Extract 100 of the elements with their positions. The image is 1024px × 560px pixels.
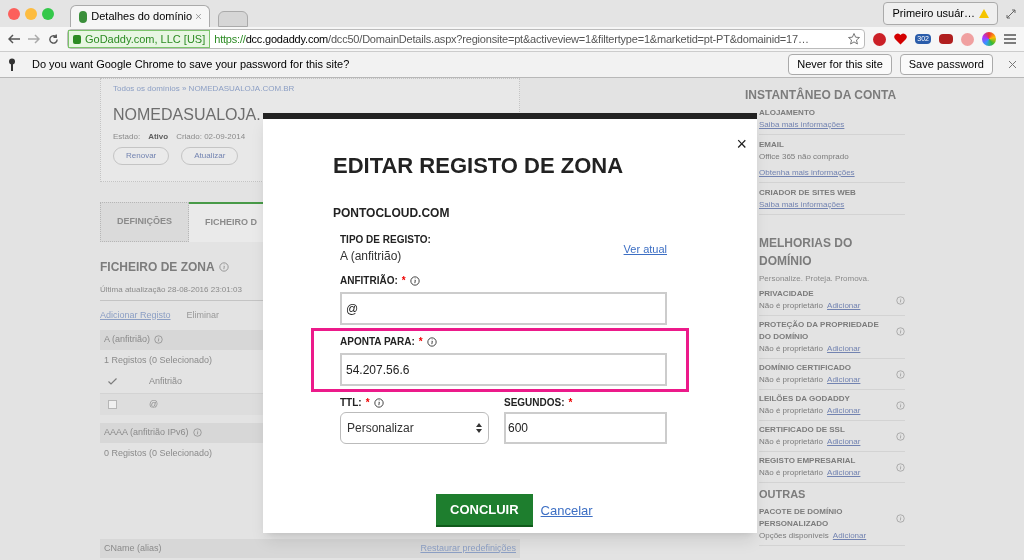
record-count: 0 Registos (0 Selecionado) xyxy=(103,446,214,460)
sidebar-item-link[interactable]: Adicionar xyxy=(827,436,861,448)
sidebar-item-title: PRIVACIDADE xyxy=(759,288,815,300)
cname-group-header: CName (alias) xyxy=(104,541,162,555)
sidebar-item-link[interactable]: Adicionar xyxy=(827,467,861,479)
domain-name: PONTOCLOUD.COM xyxy=(333,205,451,222)
seconds-field[interactable]: 600 xyxy=(504,412,667,444)
fullscreen-icon[interactable] xyxy=(1006,8,1016,19)
sidebar-item-title: LEILÕES DA GODADDY xyxy=(759,393,851,405)
sidebar-heading: MELHORIAS DO DOMÍNIO xyxy=(758,235,854,270)
back-icon[interactable] xyxy=(8,34,20,44)
ttl-select[interactable]: Personalizar xyxy=(340,412,489,444)
menu-icon[interactable] xyxy=(1004,34,1016,44)
info-icon xyxy=(896,327,905,337)
info-icon xyxy=(218,261,229,272)
sidebar-item-title: CRIADOR DE SITES WEB xyxy=(759,187,857,199)
field-label: APONTA PARA: xyxy=(340,335,415,349)
page-tab[interactable]: DEFINIÇÕES xyxy=(100,202,189,242)
sidebar-item-note: Office 365 não comprado xyxy=(759,151,849,163)
sidebar-item-link[interactable]: Saiba mais informações xyxy=(759,119,845,131)
favicon-icon xyxy=(79,10,88,23)
sidebar-heading: OUTRAS xyxy=(758,487,807,502)
check-icon xyxy=(108,378,117,386)
created-date: Criado: 02-09-2014 xyxy=(176,131,246,143)
sidebar-item-title: DOMÍNIO CERTIFICADO xyxy=(759,362,852,374)
info-icon xyxy=(192,428,202,438)
infobar-button[interactable]: Never for this site xyxy=(788,54,892,75)
info-icon xyxy=(154,335,164,345)
text-field[interactable]: 54.207.56.6 xyxy=(340,353,667,386)
delete-link[interactable]: Eliminar xyxy=(186,308,220,322)
sidebar-item-title: EMAIL xyxy=(759,139,785,151)
sidebar-heading: INSTANTÂNEO DA CONTA xyxy=(745,86,898,104)
bookmark-star-icon[interactable] xyxy=(848,33,861,45)
restore-defaults-link[interactable]: Restaurar predefinições xyxy=(420,541,516,555)
zone-file-title: FICHEIRO DE ZONA xyxy=(100,258,215,276)
status-value: Ativo xyxy=(148,131,169,143)
heart-extension-icon[interactable] xyxy=(894,33,908,45)
sidebar-item-link[interactable]: Adicionar xyxy=(827,343,861,355)
sidebar-item-note: Não é proprietário xyxy=(759,374,824,386)
required-mark: * xyxy=(418,335,423,349)
sidebar-item-link[interactable]: Saiba mais informações xyxy=(759,199,845,211)
info-icon xyxy=(896,370,905,380)
breadcrumb[interactable]: Todos os domínios » NOMEDASUALOJA.COM.BR xyxy=(113,83,507,95)
address-bar[interactable]: GoDaddy.com, LLC [US] https://dcc.godaddy.com/dcc50/DomainDetails.aspx?regionsite=pt&activeview=1&filtertype=1&marketid=pt-PT&domainid=17… xyxy=(67,29,866,49)
sidebar-item-title: CERTIFICADO DE SSL xyxy=(759,424,846,436)
sidebar-item-title: ALOJAMENTO xyxy=(759,107,816,119)
info-icon xyxy=(409,275,420,286)
record-count: 1 Registos (0 Selecionado) xyxy=(103,353,214,367)
close-infobar-icon[interactable] xyxy=(1009,61,1016,68)
info-icon xyxy=(896,401,905,411)
info-icon xyxy=(896,463,905,473)
sidebar-item-link[interactable]: Adicionar xyxy=(827,405,861,417)
sidebar-subtitle: Personalize. Proteja. Promova. xyxy=(758,273,871,285)
sidebar-item-note: Não é proprietário xyxy=(759,467,824,479)
info-icon xyxy=(426,336,437,347)
sidebar-item-note: Opções disponíveis xyxy=(759,529,829,542)
required-mark: * xyxy=(568,396,573,410)
sidebar-item-note: Não é proprietário xyxy=(759,405,824,417)
required-mark: * xyxy=(365,396,370,410)
host-cell: @ xyxy=(149,397,159,411)
colorwheel-extension-icon[interactable] xyxy=(982,32,996,46)
stepper-arrows-icon xyxy=(476,423,482,433)
sidebar-item-note: Não é proprietário xyxy=(759,436,824,448)
row-checkbox[interactable] xyxy=(108,399,117,409)
add-record-link[interactable]: Adicionar Registo xyxy=(100,308,171,322)
field-label: TTL: xyxy=(340,396,362,410)
cancel-link[interactable]: Cancelar xyxy=(540,500,593,521)
key-icon xyxy=(8,57,16,72)
browser-tab[interactable]: Detalhes do domínio xyxy=(70,5,210,27)
sidebar-item-note: Não é proprietário xyxy=(759,343,824,355)
sidebar-item-link[interactable]: Adicionar xyxy=(827,374,861,386)
sidebar-item-title: REGISTO EMPRESARIAL xyxy=(759,455,857,467)
reload-icon[interactable] xyxy=(48,33,59,45)
close-tab-icon[interactable] xyxy=(196,13,201,20)
action-button[interactable]: Renovar xyxy=(113,147,170,165)
column-header: Anfitrião xyxy=(149,375,183,388)
action-button[interactable]: Atualizar xyxy=(181,147,239,165)
field-label: SEGUNDOS: xyxy=(504,396,565,410)
dialog-title: EDITAR REGISTO DE ZONA xyxy=(333,152,625,180)
ev-certificate-badge[interactable]: GoDaddy.com, LLC [US] xyxy=(68,30,211,48)
view-current-link[interactable]: Ver atual xyxy=(623,240,667,257)
url-text: https://dcc.godaddy.com/dcc50/DomainDetails.aspx?regionsite=pt&activeview=1&filtertype=1&marketid=pt-PT&domainid=17… xyxy=(214,31,809,47)
warning-icon xyxy=(979,9,989,18)
record-type-value: A (anfitrião) xyxy=(340,248,403,265)
confirm-button[interactable]: CONCLUIR xyxy=(436,494,533,527)
profile-button[interactable]: Primeiro usuár… xyxy=(883,2,998,25)
sidebar-item-link[interactable]: Adicionar xyxy=(832,529,867,542)
sidebar-item-title: PROTEÇÃO DA PROPRIEDADE DO DOMÍNIO xyxy=(759,319,880,343)
infobar-message: Do you want Google Chrome to save your password for this site? xyxy=(32,57,350,73)
sidebar-item-link[interactable]: Adicionar xyxy=(827,300,861,312)
text-field[interactable]: @ xyxy=(340,292,667,325)
close-window-button[interactable] xyxy=(8,7,20,20)
infobar-button[interactable]: Save password xyxy=(899,54,993,75)
info-icon xyxy=(373,397,384,408)
sidebar-item-link[interactable]: Obtenha mais informações xyxy=(759,167,855,179)
close-button[interactable]: × xyxy=(736,135,747,153)
status-label: Estado: xyxy=(113,131,141,143)
sidebar-item-note: Não é proprietário xyxy=(759,300,824,312)
info-icon xyxy=(896,296,905,306)
forward-icon[interactable] xyxy=(28,34,40,44)
